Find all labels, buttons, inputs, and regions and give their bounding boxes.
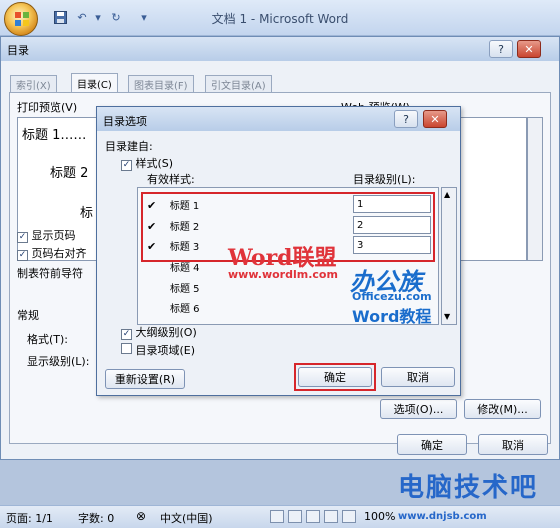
watermark-officezu: Officezu.com [352, 290, 432, 303]
word-titlebar: ↶ ▾ ↻ ▾ 文档 1 - Microsoft Word [0, 0, 560, 36]
watermark-word-union-url: www.wordlm.com [228, 268, 338, 281]
styles-checkbox[interactable]: ✓ [121, 160, 132, 171]
outline-levels-row[interactable]: ✓ 大纲级别(O) [121, 324, 197, 340]
draft-view-icon[interactable] [342, 510, 356, 523]
brand-watermark: 电脑技术吧 [398, 473, 539, 503]
show-page-numbers-row[interactable]: ✓ 显示页码 [17, 227, 76, 243]
reset-button[interactable]: 重新设置(R) [105, 369, 185, 389]
style-row-6[interactable]: 标题 6 [170, 300, 200, 315]
toc-ok-button[interactable]: 确定 [397, 434, 467, 455]
toc-cancel-button[interactable]: 取消 [478, 434, 548, 455]
brand-url: www.dnjsb.com [398, 511, 487, 522]
style-row-5[interactable]: 标题 5 [170, 280, 200, 295]
build-from-label: 目录建自: [105, 140, 153, 153]
toc-entry-fields-label: 目录项域(E) [135, 344, 196, 357]
options-dialog-title: 目录选项 [103, 115, 147, 128]
show-page-numbers-checkbox[interactable]: ✓ [17, 232, 28, 243]
print-layout-view-icon[interactable] [270, 510, 284, 523]
status-bar: 页面: 1/1 字数: 0 ⊗ 中文(中国) 100% www.dnjsb.co… [0, 505, 560, 528]
available-styles-label: 有效样式: [147, 173, 195, 186]
options-help-button[interactable]: ? [394, 110, 418, 128]
proofing-icon[interactable]: ⊗ [136, 509, 146, 523]
styles-row[interactable]: ✓ 样式(S) [121, 155, 173, 171]
toc-dialog-title: 目录 [7, 44, 29, 57]
styles-label: 样式(S) [135, 157, 174, 170]
tab-toc[interactable]: 目录(C) [71, 73, 118, 93]
show-levels-label: 显示级别(L): [27, 355, 90, 368]
preview-heading-1: 标题 1…… [22, 128, 87, 143]
watermark-word-tutorial: Word教程 [352, 307, 432, 326]
options-titlebar: 目录选项 ? ✕ [97, 107, 460, 131]
right-align-checkbox[interactable]: ✓ [17, 250, 28, 261]
tab-index[interactable]: 索引(X) [10, 75, 57, 93]
outline-levels-label: 大纲级别(O) [135, 326, 197, 339]
status-zoom[interactable]: 100% [364, 510, 395, 523]
general-section-label: 常规 [17, 309, 39, 322]
toc-entry-fields-row[interactable]: 目录项域(E) [121, 342, 195, 358]
highlight-box-ok [294, 363, 376, 391]
outline-levels-checkbox[interactable]: ✓ [121, 329, 132, 340]
toc-entry-fields-checkbox[interactable] [121, 343, 132, 354]
right-align-label: 页码右对齐 [31, 247, 87, 260]
preview-heading-2: 标题 2 [50, 166, 89, 181]
web-preview-scrollbar[interactable] [527, 117, 543, 261]
options-button[interactable]: 选项(O)... [380, 399, 457, 419]
tab-authorities[interactable]: 引文目录(A) [205, 75, 272, 93]
format-label: 格式(T): [27, 333, 69, 346]
print-preview-label: 打印预览(V) [17, 101, 78, 114]
status-language[interactable]: 中文(中国) [160, 510, 213, 526]
web-layout-view-icon[interactable] [306, 510, 320, 523]
modify-button[interactable]: 修改(M)... [464, 399, 541, 419]
scroll-up-icon[interactable]: ▲ [444, 190, 450, 199]
right-align-row[interactable]: ✓ 页码右对齐 [17, 245, 87, 261]
styles-scrollbar[interactable]: ▲ ▼ [441, 187, 457, 325]
close-button[interactable]: ✕ [517, 40, 541, 58]
window-title: 文档 1 - Microsoft Word [211, 12, 349, 26]
tab-leader-label: 制表符前导符 [17, 267, 83, 280]
show-page-numbers-label: 显示页码 [31, 229, 76, 242]
preview-heading-3: 标 [80, 206, 94, 221]
full-screen-view-icon[interactable] [288, 510, 302, 523]
options-cancel-button[interactable]: 取消 [381, 367, 455, 387]
status-words[interactable]: 字数: 0 [78, 510, 114, 526]
toc-level-label: 目录级别(L): [353, 173, 416, 186]
outline-view-icon[interactable] [324, 510, 338, 523]
help-button[interactable]: ? [489, 40, 513, 58]
status-page[interactable]: 页面: 1/1 [6, 510, 53, 526]
options-close-button[interactable]: ✕ [423, 110, 447, 128]
tab-figures[interactable]: 图表目录(F) [128, 75, 194, 93]
toc-titlebar: 目录 ? ✕ [1, 37, 559, 61]
scroll-down-icon[interactable]: ▼ [444, 312, 450, 321]
